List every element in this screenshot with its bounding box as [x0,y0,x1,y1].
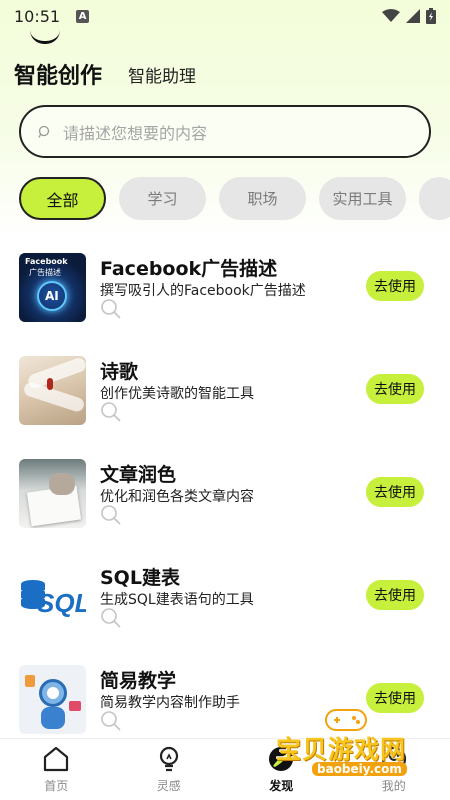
search-icon [101,608,121,628]
list-item[interactable]: Facebook 广告描述 AI Facebook广告描述 撰写吸引人的Face… [0,240,450,343]
teaching-thumbnail [19,665,86,734]
list-item[interactable]: 文章润色 优化和润色各类文章内容 去使用 [0,446,450,549]
use-button[interactable]: 去使用 [366,683,424,713]
item-title: Facebook广告描述 [100,258,278,280]
notification-icon: A [76,9,90,23]
header-tabs: 智能创作 智能助理 [14,40,196,90]
search-icon [101,505,121,525]
lightbulb-icon [159,746,178,772]
item-title: 诗歌 [100,361,139,383]
nav-inspiration[interactable]: 灵感 [113,739,226,800]
use-button[interactable]: 去使用 [366,477,424,507]
bottom-nav: 首页 灵感 发现 我的 [0,738,450,800]
facebook-ad-thumbnail: Facebook 广告描述 AI [19,253,86,322]
nav-home[interactable]: 首页 [0,739,113,800]
tool-list: Facebook 广告描述 AI Facebook广告描述 撰写吸引人的Face… [0,240,450,755]
nav-profile-label: 我的 [381,779,406,793]
search-icon [101,711,121,731]
item-title: SQL建表 [100,567,180,589]
item-title: 文章润色 [100,464,177,486]
use-button[interactable]: 去使用 [366,374,424,404]
signal-icon [406,9,420,23]
chip-tools[interactable]: 实用工具 [319,177,406,220]
nav-home-label: 首页 [44,779,69,793]
nav-inspiration-label: 灵感 [156,779,181,793]
search-input[interactable]: 请描述您想要的内容 [19,105,431,158]
chip-study[interactable]: 学习 [119,177,206,220]
nav-discover[interactable]: 发现 [225,739,338,800]
profile-icon [381,746,406,772]
discover-icon [269,747,294,771]
search-icon [101,299,121,319]
list-item[interactable]: SQL SQL建表 生成SQL建表语句的工具 去使用 [0,549,450,652]
list-item[interactable]: 诗歌 创作优美诗歌的智能工具 去使用 [0,343,450,446]
item-title: 简易教学 [100,670,177,692]
nav-discover-label: 发现 [269,779,294,793]
home-icon [44,746,69,772]
chip-workplace[interactable]: 职场 [219,177,306,220]
nav-profile[interactable]: 我的 [338,739,450,800]
poetry-thumbnail [19,356,86,425]
tab-smart-creation[interactable]: 智能创作 [14,58,102,90]
thumb-sql-text: SQL [37,588,86,618]
thumb-ai-text: AI [45,289,59,303]
item-description: 撰写吸引人的Facebook广告描述 [100,283,306,299]
item-description: 优化和润色各类文章内容 [100,489,254,505]
sql-thumbnail: SQL [19,562,86,631]
search-icon [101,402,121,422]
use-button[interactable]: 去使用 [366,271,424,301]
chip-all[interactable]: 全部 [19,177,106,220]
status-time: 10:51 [14,6,61,26]
thumb-ad-text: 广告描述 [29,268,61,277]
chat-icon [38,125,50,138]
status-icons [382,8,436,24]
tab-smart-creation-label: 智能创作 [14,64,103,89]
chip-more[interactable] [419,177,450,220]
search-placeholder: 请描述您想要的内容 [63,123,208,143]
item-description: 简易教学内容制作助手 [100,695,240,711]
tab-smart-assistant-label: 智能助理 [128,67,197,87]
writing-thumbnail [19,459,86,528]
category-chips: 全部 学习 职场 实用工具 [19,177,450,221]
use-button[interactable]: 去使用 [366,580,424,610]
tab-smart-assistant[interactable]: 智能助理 [128,62,196,90]
status-bar: 10:51 A [0,0,450,32]
item-description: 生成SQL建表语句的工具 [100,592,254,608]
item-description: 创作优美诗歌的智能工具 [100,386,254,402]
thumb-facebook-text: Facebook [25,257,68,266]
wifi-icon [382,9,400,22]
battery-icon [426,8,436,24]
